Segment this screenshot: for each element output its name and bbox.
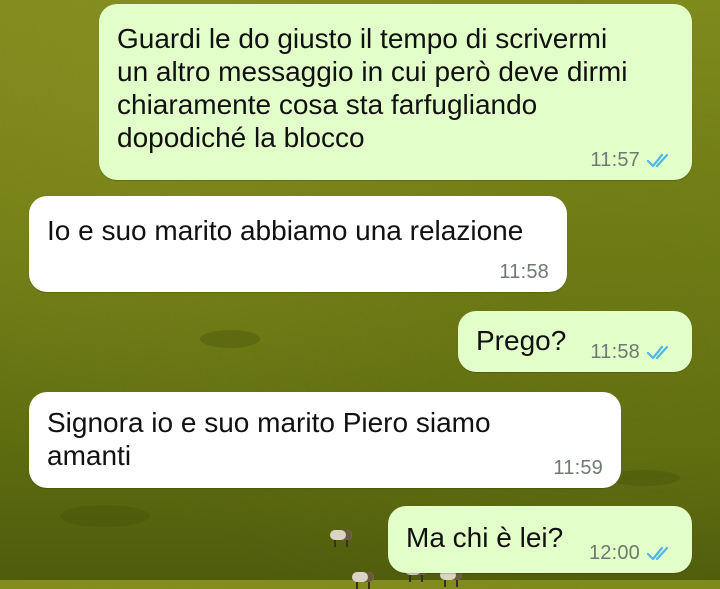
message-meta: 11:57 [590, 149, 674, 171]
message-bubble-outgoing[interactable]: Guardi le do giusto il tempo di scriverm… [99, 4, 692, 180]
message-time: 11:58 [499, 261, 549, 283]
wallpaper-animal [352, 572, 374, 589]
double-check-read-icon [646, 153, 669, 168]
message-text: Ma chi è lei? [406, 522, 564, 553]
message-bubble-incoming[interactable]: Io e suo marito abbiamo una relazione 11… [29, 196, 567, 292]
wallpaper-shadow [60, 505, 150, 527]
message-text: Signora io e suo marito Piero siamo aman… [47, 407, 491, 471]
message-time: 11:59 [553, 457, 603, 479]
message-bubble-outgoing[interactable]: Prego? 11:58 [458, 311, 692, 372]
message-bubble-incoming[interactable]: Signora io e suo marito Piero siamo aman… [29, 392, 621, 488]
message-time: 11:57 [590, 149, 640, 171]
wallpaper-animal [330, 530, 352, 547]
message-text: Io e suo marito abbiamo una relazione [47, 215, 524, 246]
message-meta: 12:00 [589, 542, 674, 564]
message-time: 12:00 [588, 542, 640, 564]
message-meta: 11:59 [553, 457, 603, 479]
message-bubble-outgoing[interactable]: Ma chi è lei? 12:00 [388, 506, 692, 573]
double-check-read-icon [646, 546, 669, 561]
message-time: 11:58 [590, 341, 640, 363]
message-meta: 11:58 [499, 261, 549, 283]
message-meta: 11:58 [590, 341, 674, 363]
double-check-read-icon [646, 345, 669, 360]
wallpaper-shadow [200, 330, 260, 348]
message-text: Prego? [476, 325, 567, 356]
message-text: Guardi le do giusto il tempo di scriverm… [117, 23, 628, 153]
